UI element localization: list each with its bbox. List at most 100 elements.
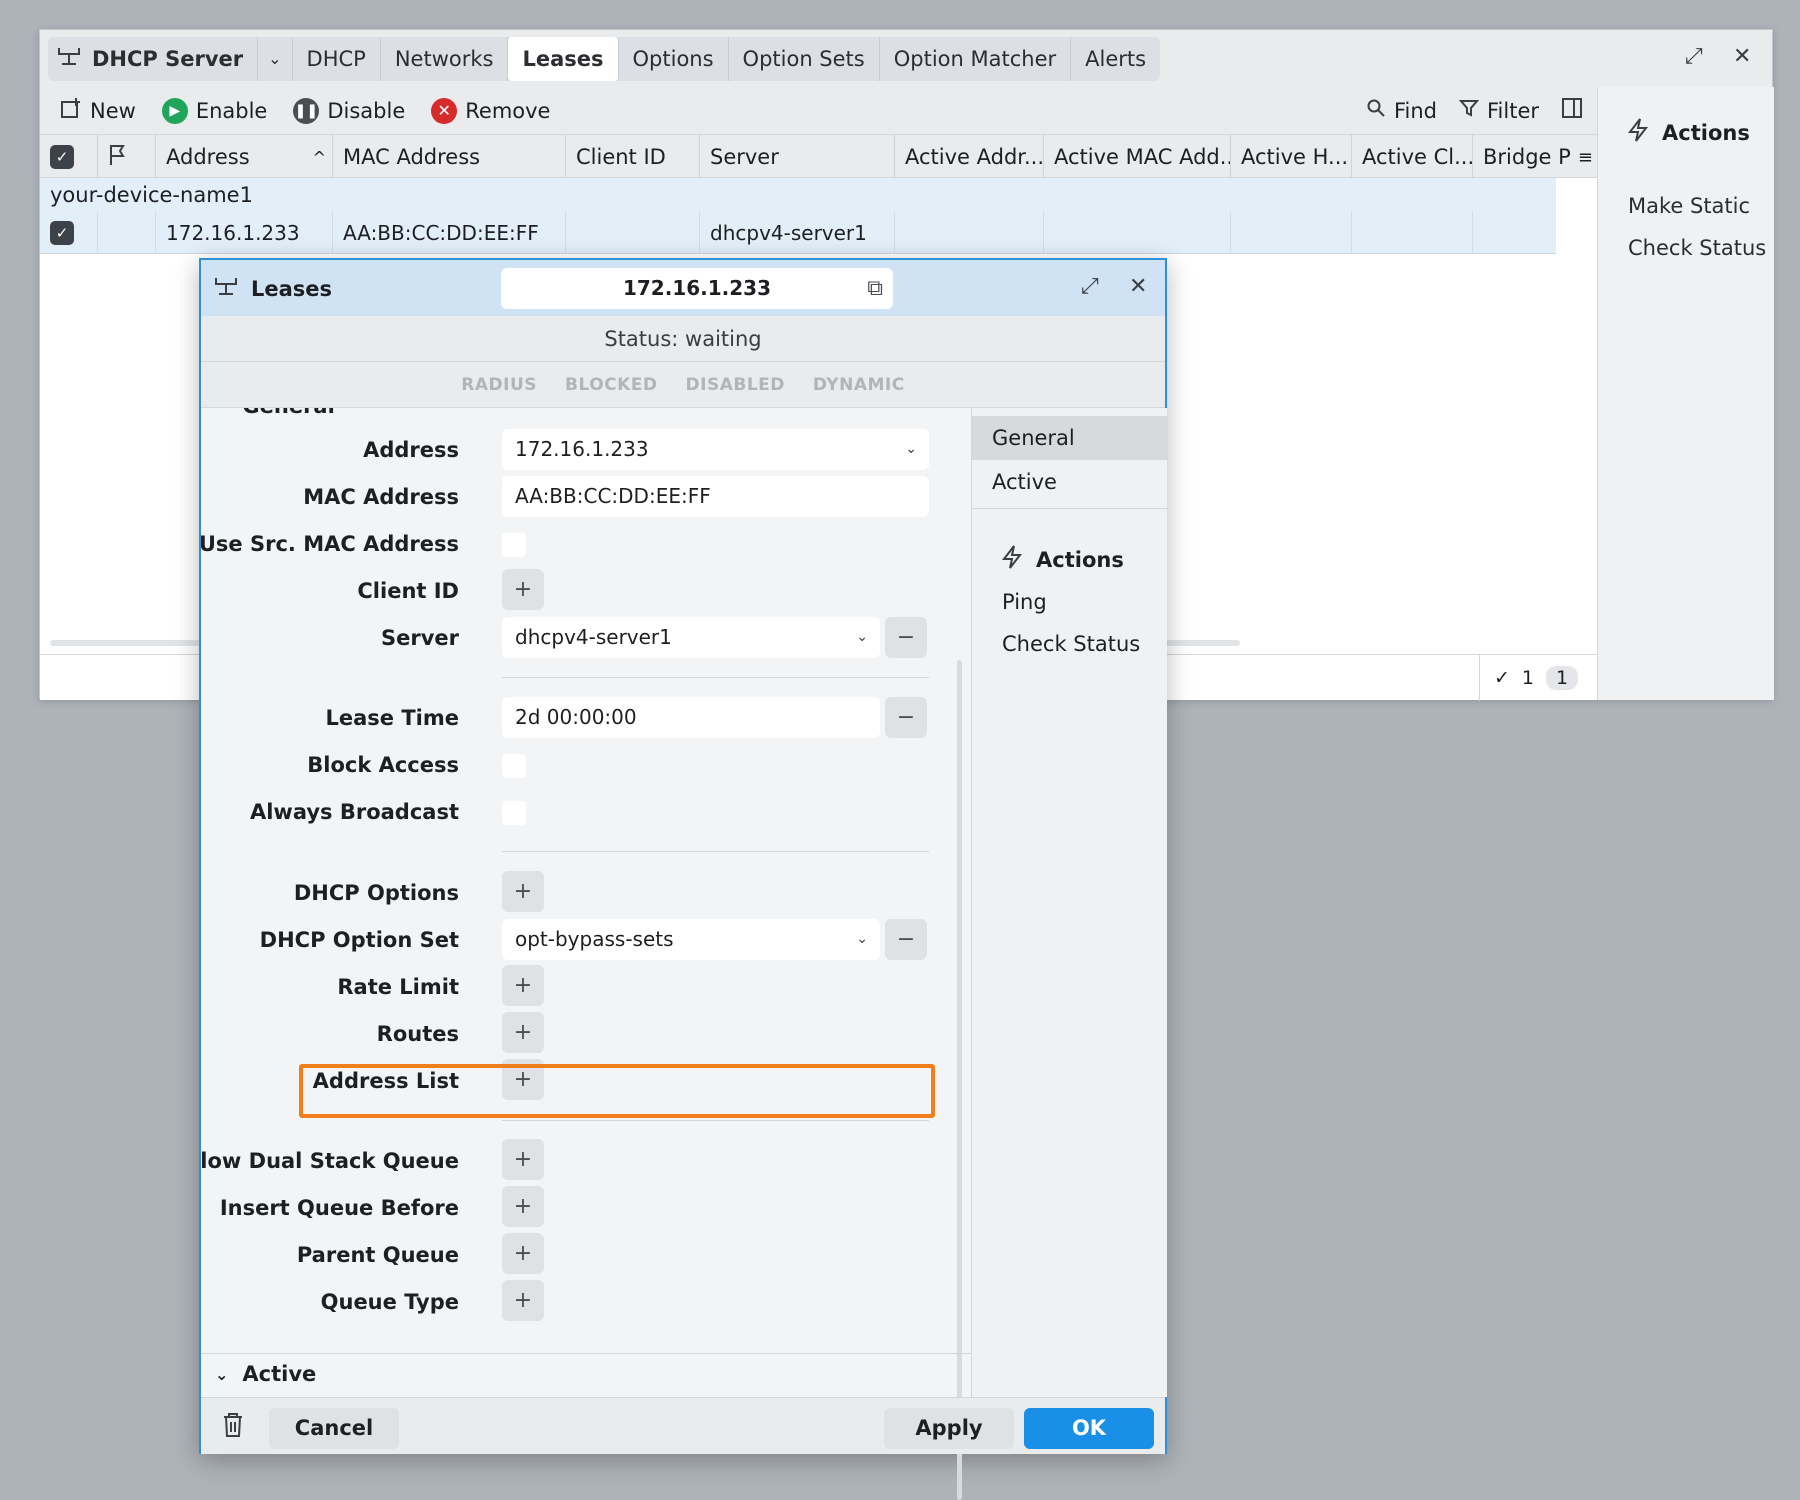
plus-icon: + (513, 1194, 533, 1219)
disable-button[interactable]: ❚❚ Disable (293, 97, 405, 124)
lightning-icon (1000, 544, 1024, 575)
tab-option-sets[interactable]: Option Sets (729, 36, 880, 81)
tab-options[interactable]: Options (619, 36, 729, 81)
pause-icon: ❚❚ (293, 97, 320, 124)
dhcp-option-set-select[interactable]: opt-bypass-sets ⌄ (502, 919, 880, 960)
app-menu-dropdown[interactable]: ⌄ (258, 36, 293, 81)
add-dhcp-options-button[interactable]: + (502, 871, 544, 912)
active-section-header[interactable]: ⌄ Active (201, 1353, 971, 1397)
maximize-icon[interactable]: ⤢ (1081, 274, 1099, 299)
find-button[interactable]: Find (1366, 98, 1437, 123)
check-icon: ✓ (1494, 667, 1510, 689)
copy-icon[interactable]: ⧉ (867, 268, 883, 309)
table-row[interactable]: ✓ 172.16.1.233 AA:BB:CC:DD:EE:FF dhcpv4-… (40, 212, 1556, 254)
panel-toggle-button[interactable] (1561, 97, 1583, 124)
column-active-address[interactable]: Active Addr... (895, 135, 1044, 179)
add-queue-type-button[interactable]: + (502, 1280, 544, 1321)
ping-action[interactable]: Ping (1002, 590, 1047, 614)
flags-row: RADIUS BLOCKED DISABLED DYNAMIC (201, 362, 1165, 408)
tab-networks[interactable]: Networks (381, 36, 509, 81)
nav-active[interactable]: Active (972, 460, 1168, 504)
selection-count: ✓ 1 1 (1479, 655, 1597, 701)
remove-dhcp-option-set-button[interactable]: − (885, 919, 927, 960)
tab-option-matcher[interactable]: Option Matcher (880, 36, 1072, 81)
remove-button[interactable]: ✕ Remove (431, 97, 551, 124)
remove-server-button[interactable]: − (885, 617, 927, 658)
play-icon: ▶ (161, 97, 188, 124)
add-client-id-button[interactable]: + (502, 569, 544, 610)
row-checkbox-cell[interactable]: ✓ (40, 212, 98, 254)
server-label: Server (380, 626, 459, 650)
row-active-address (895, 212, 1044, 254)
column-bridge-port[interactable]: Bridge P ≡ (1473, 135, 1597, 179)
row-active-hostname (1231, 212, 1352, 254)
dialog-title-bar: Leases 172.16.1.233 ⧉ ⤢ ✕ (201, 260, 1165, 316)
add-rate-limit-button[interactable]: + (502, 965, 544, 1006)
check-status-action[interactable]: Check Status (1002, 632, 1140, 656)
actions-title-label: Actions (1662, 120, 1750, 145)
add-dual-stack-queue-button[interactable]: + (502, 1139, 544, 1180)
apply-button[interactable]: Apply (884, 1408, 1014, 1449)
column-active-hostname[interactable]: Active H... (1231, 135, 1352, 179)
close-icon[interactable]: ✕ (1129, 274, 1147, 299)
active-section-toggle[interactable]: ⌄ Active (215, 1362, 316, 1386)
remove-lease-time-button[interactable]: − (885, 697, 927, 738)
nav-general[interactable]: General (972, 416, 1168, 460)
group-row[interactable]: your-device-name1 (40, 178, 1556, 212)
mac-address-field[interactable]: AA:BB:CC:DD:EE:FF (502, 476, 929, 517)
plus-icon: + (513, 1147, 533, 1172)
block-access-label: Block Access (307, 753, 459, 777)
chevron-down-icon: ⌄ (215, 1364, 229, 1384)
queue-type-label: Queue Type (320, 1290, 459, 1314)
grid-header: ✓ Address ^ MAC Address Client ID Server… (40, 134, 1597, 179)
add-insert-queue-before-button[interactable]: + (502, 1186, 544, 1227)
server-select[interactable]: dhcpv4-server1 ⌄ (502, 617, 880, 658)
select-all-cell[interactable]: ✓ (40, 135, 98, 179)
general-section-header[interactable]: ^ General (215, 408, 335, 418)
minus-icon: − (896, 625, 916, 650)
parent-queue-label: Parent Queue (296, 1243, 459, 1267)
add-routes-button[interactable]: + (502, 1012, 544, 1053)
remove-icon: ✕ (431, 97, 458, 124)
column-client-id[interactable]: Client ID (566, 135, 700, 179)
add-parent-queue-button[interactable]: + (502, 1233, 544, 1274)
make-static-action[interactable]: Make Static (1628, 194, 1750, 218)
window-tab-bar: DHCP Server ⌄ DHCP Networks Leases Optio… (40, 30, 1772, 87)
server-value: dhcpv4-server1 (515, 625, 672, 649)
flag-column[interactable] (98, 135, 156, 179)
tab-dhcp[interactable]: DHCP (293, 36, 381, 81)
maximize-icon[interactable]: ⤢ (1685, 44, 1703, 69)
block-access-checkbox[interactable] (502, 754, 526, 778)
close-icon[interactable]: ✕ (1733, 44, 1751, 69)
checkbox-checked-icon[interactable]: ✓ (50, 221, 74, 245)
dialog-title-label: Leases (251, 276, 333, 301)
dhcp-options-label: DHCP Options (293, 881, 459, 905)
filter-button[interactable]: Filter (1458, 98, 1539, 123)
column-active-mac[interactable]: Active MAC Add... (1044, 135, 1231, 179)
always-broadcast-checkbox[interactable] (502, 801, 526, 825)
tab-leases[interactable]: Leases (508, 36, 619, 81)
column-mac-address[interactable]: MAC Address (333, 135, 566, 179)
cancel-button[interactable]: Cancel (269, 1408, 399, 1449)
column-active-client-id[interactable]: Active Cl... (1352, 135, 1473, 179)
enable-button[interactable]: ▶ Enable (161, 97, 267, 124)
minus-icon: − (896, 927, 916, 952)
trash-icon[interactable] (221, 1411, 245, 1443)
checkbox-checked-icon[interactable]: ✓ (50, 145, 74, 169)
ok-button[interactable]: OK (1024, 1408, 1154, 1449)
use-src-mac-checkbox[interactable] (502, 533, 526, 557)
remove-label: Remove (465, 98, 551, 123)
tab-group: DHCP Server ⌄ DHCP Networks Leases Optio… (48, 36, 1161, 81)
lease-time-field[interactable]: 2d 00:00:00 (502, 697, 880, 738)
new-button[interactable]: New (60, 97, 136, 124)
row-active-client-id (1352, 212, 1473, 254)
dialog-address-field[interactable]: 172.16.1.233 ⧉ (501, 268, 893, 309)
tab-alerts[interactable]: Alerts (1071, 37, 1160, 81)
app-title[interactable]: DHCP Server (48, 36, 259, 81)
column-server[interactable]: Server (700, 135, 895, 179)
column-menu-icon[interactable]: ≡ (1578, 147, 1593, 168)
total-count: 1 (1546, 666, 1579, 690)
column-address[interactable]: Address ^ (156, 135, 333, 179)
check-status-action[interactable]: Check Status (1628, 236, 1766, 260)
address-select[interactable]: 172.16.1.233 ⌄ (502, 429, 929, 470)
